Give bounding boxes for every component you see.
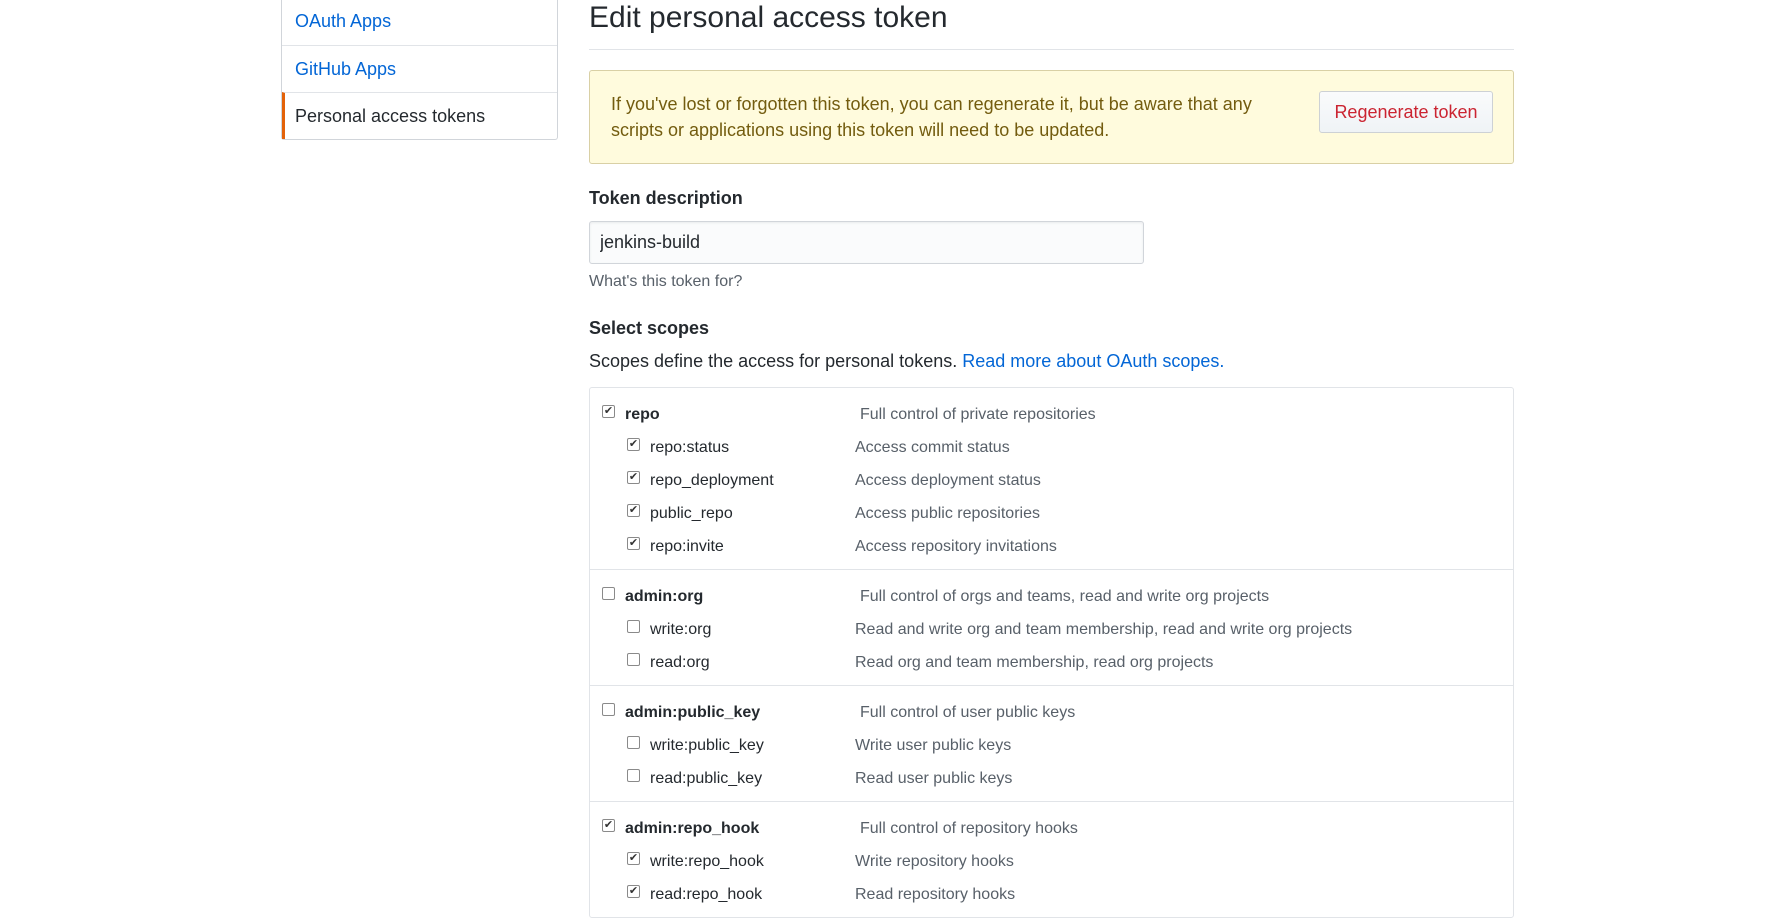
scope-name: read:org — [650, 653, 710, 671]
scope-checkbox[interactable] — [627, 653, 640, 666]
scope-row-parent: ✔ admin:repo_hook Full control of reposito… — [590, 812, 1513, 845]
checkbox-cell: ✔ — [590, 405, 625, 418]
checkbox-cell: ✔ — [590, 438, 650, 451]
scope-description: Read and write org and team membership, … — [855, 620, 1353, 638]
scope-checkbox-checked[interactable]: ✔ — [602, 819, 615, 832]
sidebar-item-label: OAuth Apps — [295, 11, 392, 31]
checkbox-cell: ✔ — [590, 471, 650, 484]
scope-name: read:public_key — [650, 769, 763, 787]
sidebar-item-label: GitHub Apps — [295, 58, 397, 79]
scope-name: write:org — [650, 620, 712, 638]
scope-group: admin:org Full control of orgs and teams,… — [590, 569, 1513, 685]
sidebar-item-github-apps[interactable]: GitHub Apps — [282, 45, 557, 92]
scope-checkbox-checked[interactable]: ✔ — [627, 504, 640, 517]
scope-checkbox[interactable] — [627, 620, 640, 633]
main-content: Edit personal access token If you've los… — [589, 0, 1514, 918]
scope-description: Access deployment status — [855, 471, 1041, 489]
scope-row-child: ✔ repo:invite Access repository invitation… — [590, 530, 1513, 563]
checkbox-cell — [590, 703, 625, 716]
scope-checkbox[interactable] — [627, 769, 640, 782]
scope-row-child: read:org Read org and team membership, re… — [590, 646, 1513, 679]
checkbox-cell: ✔ — [590, 885, 650, 898]
checkbox-cell: ✔ — [590, 852, 650, 865]
scope-checkbox-checked[interactable]: ✔ — [602, 405, 615, 418]
settings-sidebar: OAuth Apps GitHub Apps Personal access t… — [281, 0, 558, 140]
scope-description: Access commit status — [855, 438, 1010, 456]
scope-name: repo — [625, 405, 660, 423]
sidebar-item-label: Personal access tokens — [295, 105, 486, 126]
scope-name: admin:repo_hook — [625, 819, 760, 837]
scope-description: Write user public keys — [855, 736, 1012, 754]
scope-row-child: ✔ public_repo Access public repositories — [590, 497, 1513, 530]
checkbox-cell — [590, 769, 650, 782]
scope-name: admin:public_key — [625, 703, 761, 721]
scope-row-child: write:org Read and write org and team mem… — [590, 613, 1513, 646]
scope-name: public_repo — [650, 504, 733, 522]
regenerate-warning-flash: If you've lost or forgotten this token, … — [589, 70, 1514, 164]
token-description-input[interactable] — [589, 221, 1144, 264]
scopes-description: Scopes define the access for personal to… — [589, 351, 1514, 372]
scope-checkbox[interactable] — [602, 587, 615, 600]
scope-description: Full control of user public keys — [860, 703, 1076, 721]
scope-row-parent: ✔ repo Full control of private repositorie… — [590, 398, 1513, 431]
scopes-description-text: Scopes define the access for personal to… — [589, 351, 958, 371]
scope-row-child: ✔ write:repo_hook Write repository hooks — [590, 845, 1513, 878]
scope-name: repo:status — [650, 438, 730, 456]
scope-checkbox-checked[interactable]: ✔ — [627, 885, 640, 898]
scope-row-parent: admin:org Full control of orgs and teams,… — [590, 580, 1513, 613]
scope-name: read:repo_hook — [650, 885, 763, 903]
sidebar-item-personal-access-tokens[interactable]: Personal access tokens — [282, 92, 557, 139]
scope-checkbox[interactable] — [602, 703, 615, 716]
scope-description: Read repository hooks — [855, 885, 1016, 903]
scope-table: ✔ repo Full control of private repositorie… — [589, 387, 1514, 918]
token-description-note: What's this token for? — [589, 273, 743, 290]
scope-row-child: ✔ read:repo_hook Read repository hooks — [590, 878, 1513, 911]
checkbox-cell — [590, 620, 650, 633]
scope-description: Full control of private repositories — [860, 405, 1096, 423]
checkbox-cell — [590, 736, 650, 749]
scope-row-child: ✔ repo_deployment Access deployment status — [590, 464, 1513, 497]
page-title: Edit personal access token — [589, 0, 1514, 50]
scope-row-child: ✔ repo:status Access commit status — [590, 431, 1513, 464]
scope-checkbox[interactable] — [627, 736, 640, 749]
token-description-label: Token description — [589, 188, 743, 208]
scope-description: Read user public keys — [855, 769, 1013, 787]
scope-name: repo_deployment — [650, 471, 774, 489]
scope-checkbox-checked[interactable]: ✔ — [627, 537, 640, 550]
scope-row-child: read:public_key Read user public keys — [590, 762, 1513, 795]
scope-description: Access public repositories — [855, 504, 1040, 522]
scope-checkbox-checked[interactable]: ✔ — [627, 471, 640, 484]
scope-name: admin:org — [625, 587, 704, 605]
scope-description: Full control of repository hooks — [860, 819, 1078, 837]
scope-group: ✔ repo Full control of private repositorie… — [590, 388, 1513, 569]
scope-name: write:public_key — [650, 736, 764, 754]
scope-group: admin:public_key Full control of user pub… — [590, 685, 1513, 801]
select-scopes-label: Select scopes — [589, 318, 710, 338]
checkbox-cell: ✔ — [590, 537, 650, 550]
regenerate-token-button[interactable]: Regenerate token — [1319, 91, 1493, 133]
oauth-scopes-link[interactable]: Read more about OAuth scopes. — [962, 351, 1224, 371]
flash-message: If you've lost or forgotten this token, … — [611, 94, 1252, 140]
scope-row-child: write:public_key Write user public keys — [590, 729, 1513, 762]
scope-group: ✔ admin:repo_hook Full control of reposito… — [590, 801, 1513, 917]
scope-description: Read org and team membership, read org p… — [855, 653, 1214, 671]
sidebar-item-oauth-apps[interactable]: OAuth Apps — [282, 0, 557, 45]
scope-checkbox-checked[interactable]: ✔ — [627, 852, 640, 865]
scope-description: Access repository invitations — [855, 537, 1057, 555]
scope-name: repo:invite — [650, 537, 724, 555]
scope-description: Full control of orgs and teams, read and… — [860, 587, 1270, 605]
checkbox-cell — [590, 653, 650, 666]
scope-checkbox-checked[interactable]: ✔ — [627, 438, 640, 451]
scope-name: write:repo_hook — [650, 852, 764, 870]
scope-description: Write repository hooks — [855, 852, 1014, 870]
checkbox-cell — [590, 587, 625, 600]
scope-row-parent: admin:public_key Full control of user pub… — [590, 696, 1513, 729]
checkbox-cell: ✔ — [590, 819, 625, 832]
checkbox-cell: ✔ — [590, 504, 650, 517]
